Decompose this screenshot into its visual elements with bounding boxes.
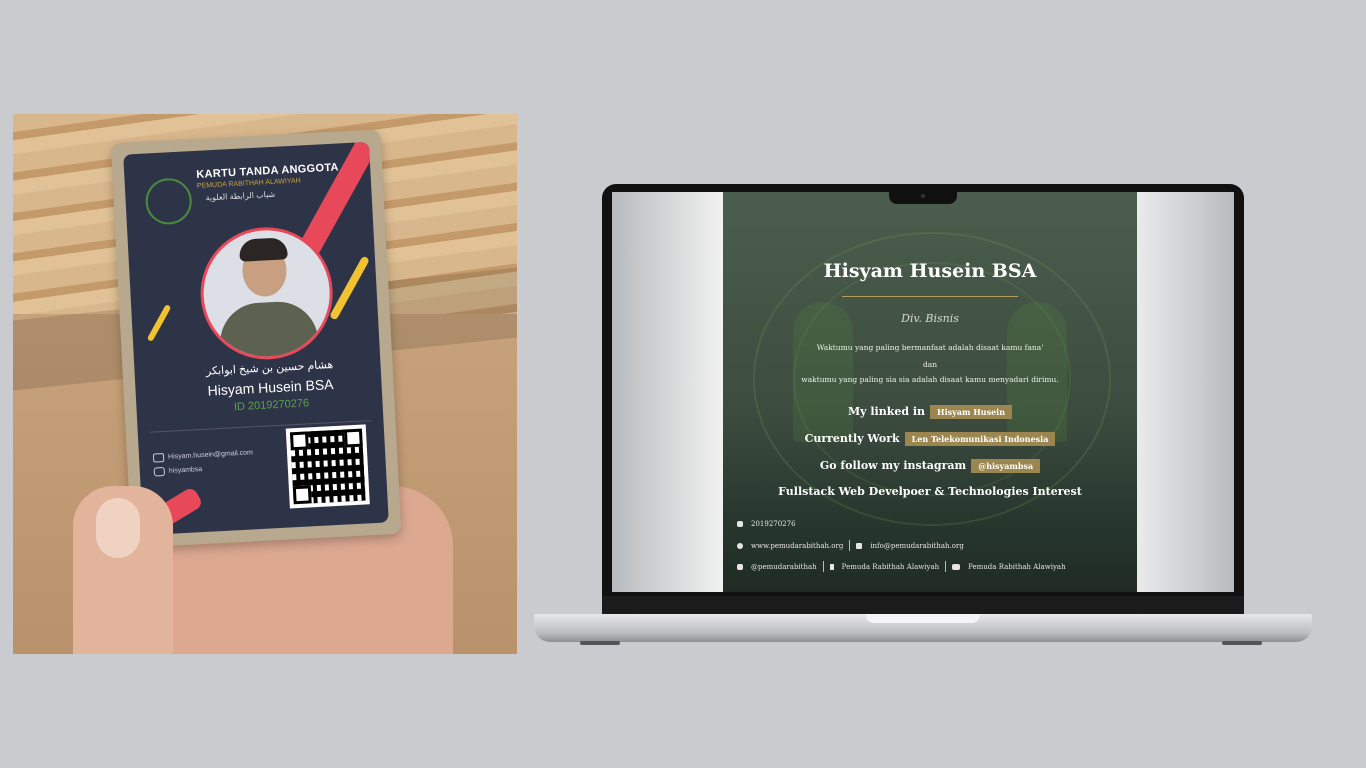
instagram-label: Go follow my instagram [819,459,967,472]
name-underline [842,296,1018,297]
member-card-photo: KARTU TANDA ANGGOTA PEMUDA RABITHAH ALAW… [13,114,517,654]
card-organization-arabic: شباب الرابطة العلوية [205,189,276,203]
linkedin-row: My linked in Hisyam Husein [723,405,1137,419]
qr-finder [289,431,309,451]
youtube-icon [952,563,961,570]
facebook-icon [829,563,834,570]
camera-icon [921,194,925,198]
thumb-nail [96,498,140,558]
mail-icon [152,452,165,463]
profile-division: Div. Bisnis [901,312,959,325]
profile-name: Hisyam Husein BSA [823,260,1037,282]
card-title: KARTU TANDA ANGGOTA [196,161,340,181]
yellow-stripe-left [146,304,172,342]
footer-email[interactable]: info@pemudarabithah.org [870,542,964,550]
footer-social-row: @pemudarabithah Pemuda Rabithah Alawiyah… [737,561,1066,572]
organization-logo [144,177,193,226]
profile-page: Hisyam Husein BSA Div. Bisnis Waktumu ya… [723,192,1137,592]
portrait-hair [238,237,288,262]
member-card-face: KARTU TANDA ANGGOTA PEMUDA RABITHAH ALAW… [123,141,389,536]
separator [945,561,947,572]
mail-icon [856,542,863,549]
linkedin-link[interactable]: Hisyam Husein [930,405,1013,419]
quote-and: dan [922,360,938,369]
linkedin-label: My linked in [847,405,926,418]
portrait-jacket [218,299,320,363]
user-icon [737,521,743,527]
card-instagram: hisyambsa [153,465,203,477]
footer-youtube[interactable]: Pemuda Rabithah Alawiyah [968,563,1065,571]
qr-finder [292,485,312,505]
yellow-stripe [329,255,370,321]
card-email-text: Hisyam.husein@gmail.com [167,449,254,461]
qr-code [285,424,370,509]
laptop-screen: Hisyam Husein BSA Div. Bisnis Waktumu ya… [612,192,1234,592]
footer-member-id-text: 2019270276 [751,520,796,528]
qr-finder [343,428,363,448]
separator [849,540,851,551]
profile-interest: Fullstack Web Develpoer & Technologies I… [778,485,1082,498]
camera-notch [889,190,957,204]
card-email: Hisyam.husein@gmail.com [152,448,254,463]
quote-line-1: Waktumu yang paling bermanfaat adalah di… [816,343,1044,352]
instagram-row: Go follow my instagram @hisyambsa [723,459,1137,473]
card-instagram-text: hisyambsa [168,465,203,475]
instagram-link[interactable]: @hisyambsa [971,459,1041,473]
footer-instagram[interactable]: @pemudarabithah [751,563,817,571]
footer-member-id: 2019270276 [737,520,796,528]
laptop-foot [1222,641,1262,645]
laptop-bezel-bottom [602,596,1244,614]
work-label: Currently Work [804,432,900,445]
member-card: KARTU TANDA ANGGOTA PEMUDA RABITHAH ALAW… [110,129,402,548]
footer-contact-row: www.pemudarabithah.org info@pemudarabith… [737,540,964,551]
laptop-opening-lip [866,614,980,623]
instagram-icon [737,563,743,570]
footer-facebook[interactable]: Pemuda Rabithah Alawiyah [842,563,939,571]
separator [822,561,824,572]
instagram-icon [153,466,166,477]
work-link[interactable]: Len Telekomunikasi Indonesia [904,432,1056,446]
quote-line-2: waktumu yang paling sia sia adalah disaa… [801,375,1059,384]
work-row: Currently Work Len Telekomunikasi Indones… [723,432,1137,446]
globe-icon [737,542,743,549]
footer-website[interactable]: www.pemudarabithah.org [751,542,843,550]
laptop-foot [580,641,620,645]
